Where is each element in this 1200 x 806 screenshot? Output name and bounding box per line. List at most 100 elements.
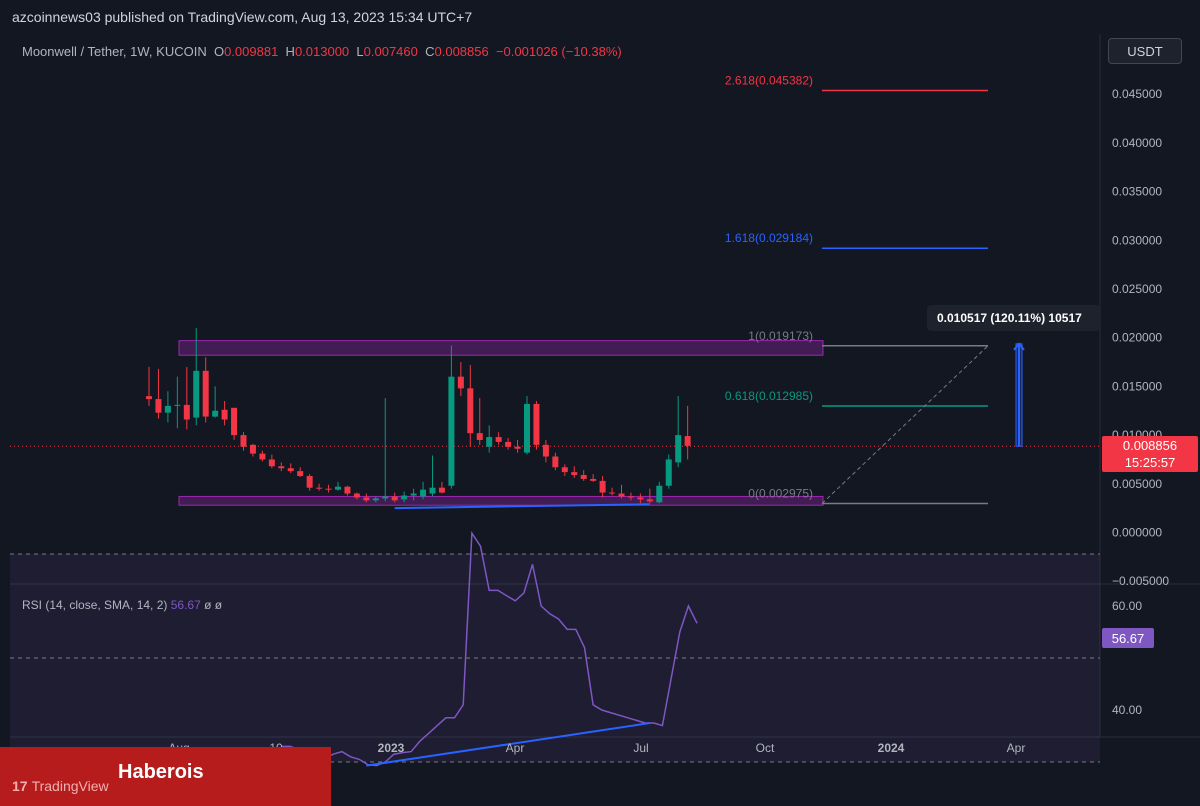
candle-body [429, 487, 436, 494]
price-tick-label: 0.045000 [1112, 87, 1162, 101]
symbol-legend: Moonwell / Tether, 1W, KUCOIN O0.009881 … [22, 44, 622, 59]
candle-body [212, 410, 219, 417]
price-tick-label: 0.005000 [1112, 477, 1162, 491]
candle-body [174, 404, 181, 406]
ohlc-open: O0.009881 [213, 44, 279, 59]
candle-body [637, 497, 644, 500]
candle-body [401, 495, 408, 500]
tradingview-logo-icon: 17 [12, 778, 28, 794]
time-tick-label: Apr [506, 741, 525, 755]
time-tick-label: Jul [633, 741, 648, 755]
candle-body [552, 456, 559, 468]
support-resistance-zone[interactable] [178, 495, 824, 506]
candle-body [665, 459, 672, 486]
price-tick-label: 0.035000 [1112, 185, 1162, 199]
candle-body [656, 485, 663, 503]
rsi-tick-label: 60.00 [1112, 599, 1142, 613]
price-tick-label: 0.020000 [1112, 331, 1162, 345]
candle-body [249, 444, 256, 454]
currency-button[interactable]: USDT [1108, 38, 1182, 64]
candle-body [646, 499, 653, 502]
fib-level-label: 0(0.002975) [748, 487, 813, 501]
candle-body [164, 405, 171, 413]
candle-body [476, 433, 483, 440]
price-tick-label: 0.030000 [1112, 233, 1162, 247]
price-tick-label: 0.040000 [1112, 136, 1162, 150]
fib-level-label: 0.618(0.012985) [725, 389, 813, 403]
candle-body [382, 496, 389, 499]
candle-body [259, 453, 266, 460]
measure-tooltip-text: 0.010517 (120.11%) 10517 [937, 311, 1082, 325]
chart-canvas[interactable]: 0.045000 0.040000 0.035000 0.030000 0.025000… [0, 0, 1200, 806]
candle-body [571, 472, 578, 476]
price-tick-label: −0.005000 [1112, 574, 1169, 588]
candle-body [561, 467, 568, 473]
candle-body [306, 476, 313, 488]
fib-level-label: 1.618(0.029184) [725, 231, 813, 245]
time-tick-label: 2023 [378, 741, 405, 755]
candle-body [193, 370, 200, 418]
current-price-label: 0.008856 [1123, 438, 1177, 453]
candle-body [278, 466, 285, 469]
candle-body [240, 435, 247, 447]
candle-body [325, 488, 332, 490]
candle-body [391, 496, 398, 501]
tradingview-logo-text: TradingView [31, 778, 109, 794]
candle-body [495, 437, 502, 442]
candle-body [533, 403, 540, 445]
candle-body [268, 459, 275, 467]
candle-body [590, 478, 597, 481]
rsi-value-label: 56.67 [1112, 631, 1145, 646]
candle-body [448, 376, 455, 486]
time-tick-label: Apr [1007, 741, 1026, 755]
candle-body [146, 396, 152, 400]
candle-body [410, 493, 417, 496]
banner-title: Haberois [118, 761, 204, 783]
candle-body [438, 487, 445, 493]
ohlc-high: H0.013000 [285, 44, 350, 59]
candle-body [202, 370, 209, 417]
candle-body [580, 475, 587, 479]
bar-countdown-label: 15:25:57 [1125, 455, 1176, 470]
candle-body [609, 492, 616, 494]
rsi-extra: ø ø [204, 598, 223, 612]
candle-body [467, 388, 474, 434]
ohlc-low: L0.007460 [356, 44, 418, 59]
candle-body [344, 486, 351, 494]
fib-level-label: 2.618(0.045382) [725, 73, 813, 87]
candle-body [542, 444, 549, 457]
candle-body [335, 486, 341, 490]
rsi-title: RSI (14, close, SMA, 14, 2) [22, 598, 168, 612]
price-tick-label: 0.025000 [1112, 282, 1162, 296]
fib-level-label: 1(0.019173) [748, 329, 813, 343]
price-tick-label: 0.000000 [1112, 526, 1162, 540]
candle-body [221, 409, 228, 420]
candle-body [524, 403, 530, 453]
symbol-title: Moonwell / Tether, 1W, KUCOIN [22, 44, 207, 59]
support-resistance-zone[interactable] [178, 340, 824, 356]
rsi-legend: RSI (14, close, SMA, 14, 2) 56.67 ø ø [22, 598, 222, 612]
brand-banner: Haberois 17 TradingView [0, 747, 331, 806]
candle-body [231, 407, 238, 436]
candle-body [627, 496, 634, 498]
price-change: −0.001026 (−10.38%) [495, 44, 622, 59]
candle-body [599, 480, 606, 493]
price-tick-label: 0.015000 [1112, 379, 1162, 393]
candle-body [155, 399, 162, 413]
candle-body [675, 435, 682, 463]
candle-body [297, 471, 304, 477]
candle-body [505, 441, 512, 447]
fib-projection-line [821, 345, 989, 504]
candle-body [684, 436, 691, 446]
time-tick-label: 2024 [878, 741, 905, 755]
candle-body [183, 404, 190, 420]
publisher-bar: azcoinnews03 published on TradingView.co… [0, 0, 1200, 34]
time-tick-label: Oct [756, 741, 775, 755]
ohlc-close: C0.008856 [425, 44, 489, 59]
rsi-legend-value: 56.67 [170, 598, 201, 612]
candle-body [316, 487, 323, 489]
tradingview-logo: 17 TradingView [12, 778, 109, 794]
candle-body [486, 437, 493, 447]
candle-body [372, 498, 379, 501]
candle-body [420, 489, 427, 497]
